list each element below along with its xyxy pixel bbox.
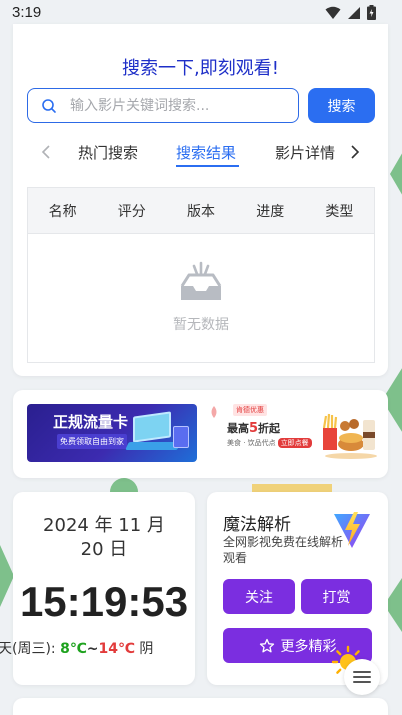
chevron-right-icon — [351, 145, 360, 159]
laptop-screen-graphic — [133, 411, 171, 443]
banner-right-text-num: 5 — [249, 421, 259, 436]
tab-search-results[interactable]: 搜索结果 — [176, 142, 236, 163]
results-table: 名称 评分 版本 进度 类型 暂无数据 — [27, 187, 375, 363]
follow-button[interactable]: 关注 — [223, 579, 295, 614]
search-card: 搜索一下,即刻观看! 搜索 热门搜索 搜索结果 影片详情 名称 评分 版本 进度… — [13, 24, 388, 376]
column-header-type[interactable]: 类型 — [305, 201, 374, 221]
table-header: 名称 评分 版本 进度 类型 — [28, 188, 374, 234]
wifi-icon — [325, 6, 341, 19]
banner-right-line2: 美食 · 饮品代点 — [227, 439, 276, 447]
banner-right-headline: 最高5折起 — [227, 420, 280, 436]
tip-button[interactable]: 打赏 — [301, 579, 372, 614]
star-icon — [259, 638, 274, 652]
search-headline: 搜索一下,即刻观看! — [122, 58, 279, 79]
empty-state-text: 暂无数据 — [173, 317, 229, 333]
sim-card-graphic — [173, 426, 189, 448]
weather-prefix: 天(周三): — [0, 641, 56, 657]
food-deal-banner[interactable]: 肯德优惠 最高5折起 美食 · 饮品代点 立即点餐 — [203, 398, 381, 470]
temp-high: 14℃ — [98, 641, 135, 657]
floating-menu[interactable] — [329, 645, 389, 705]
data-card-banner[interactable]: 正规流量卡 免费领取自由到家 — [27, 404, 197, 462]
banner-right-subline: 美食 · 饮品代点 立即点餐 — [227, 438, 312, 448]
banner-left-title: 正规流量卡 — [53, 413, 129, 431]
search-button[interactable]: 搜索 — [308, 88, 375, 123]
date-line-1: 2024 年 11 月 — [43, 515, 165, 536]
tab-scroll-right-button[interactable] — [345, 142, 365, 162]
search-input[interactable] — [70, 95, 290, 117]
date-display: 2024 年 11 月 20 日 — [13, 514, 195, 562]
leaf-decoration-icon — [211, 406, 217, 418]
column-header-version[interactable]: 版本 — [166, 201, 235, 221]
column-header-progress[interactable]: 进度 — [236, 201, 305, 221]
banner-right-tag: 肯德优惠 — [233, 404, 267, 416]
tab-movie-details[interactable]: 影片详情 — [275, 142, 335, 163]
tab-hot-search[interactable]: 热门搜索 — [78, 142, 138, 163]
temp-low: 8℃ — [60, 641, 87, 657]
status-time: 3:19 — [12, 4, 42, 21]
status-icons — [325, 5, 376, 20]
search-box[interactable] — [27, 88, 299, 123]
battery-icon — [367, 5, 376, 20]
vite-logo-icon — [334, 512, 370, 548]
tab-scroll-left-button[interactable] — [36, 142, 56, 162]
chevron-left-icon — [41, 145, 50, 159]
empty-inbox-icon — [180, 261, 222, 300]
signal-icon — [348, 6, 360, 19]
search-icon — [41, 98, 57, 118]
temp-separator: ~ — [86, 641, 99, 657]
column-header-rating[interactable]: 评分 — [97, 201, 166, 221]
decor-green-right-1 — [390, 150, 402, 198]
banner-right-text-suffix: 折起 — [258, 422, 281, 435]
ad-banner-card: 正规流量卡 免费领取自由到家 肯德优惠 最高5折起 美食 · 饮品代点 立即点餐 — [13, 390, 388, 478]
weather-condition: 阴 — [139, 641, 154, 657]
menu-icon — [353, 671, 371, 683]
column-header-name[interactable]: 名称 — [28, 201, 97, 221]
next-card-peek — [13, 698, 388, 715]
fast-food-graphic — [322, 413, 377, 459]
banner-right-cta: 立即点餐 — [277, 438, 312, 448]
decor-green-left — [0, 545, 14, 607]
magic-title: 魔法解析 — [223, 515, 291, 535]
banner-right-text-prefix: 最高 — [227, 422, 249, 435]
weather-line: 天(周三): 8℃~14℃ 阴 — [0, 638, 153, 658]
banner-left-subtitle: 免费领取自由到家 — [57, 434, 127, 449]
datetime-card: 2024 年 11 月 20 日 15:19:53 天(周三): 8℃~14℃ … — [0, 492, 195, 685]
magic-description: 全网影视免费在线解析观看 — [223, 535, 344, 565]
tab-active-indicator — [176, 165, 239, 167]
decor-green-bottom — [110, 478, 138, 492]
date-line-2: 20 日 — [80, 539, 128, 560]
empty-state: 暂无数据 — [28, 260, 374, 334]
clock-display: 15:19:53 — [19, 578, 189, 625]
menu-button[interactable] — [344, 659, 380, 695]
